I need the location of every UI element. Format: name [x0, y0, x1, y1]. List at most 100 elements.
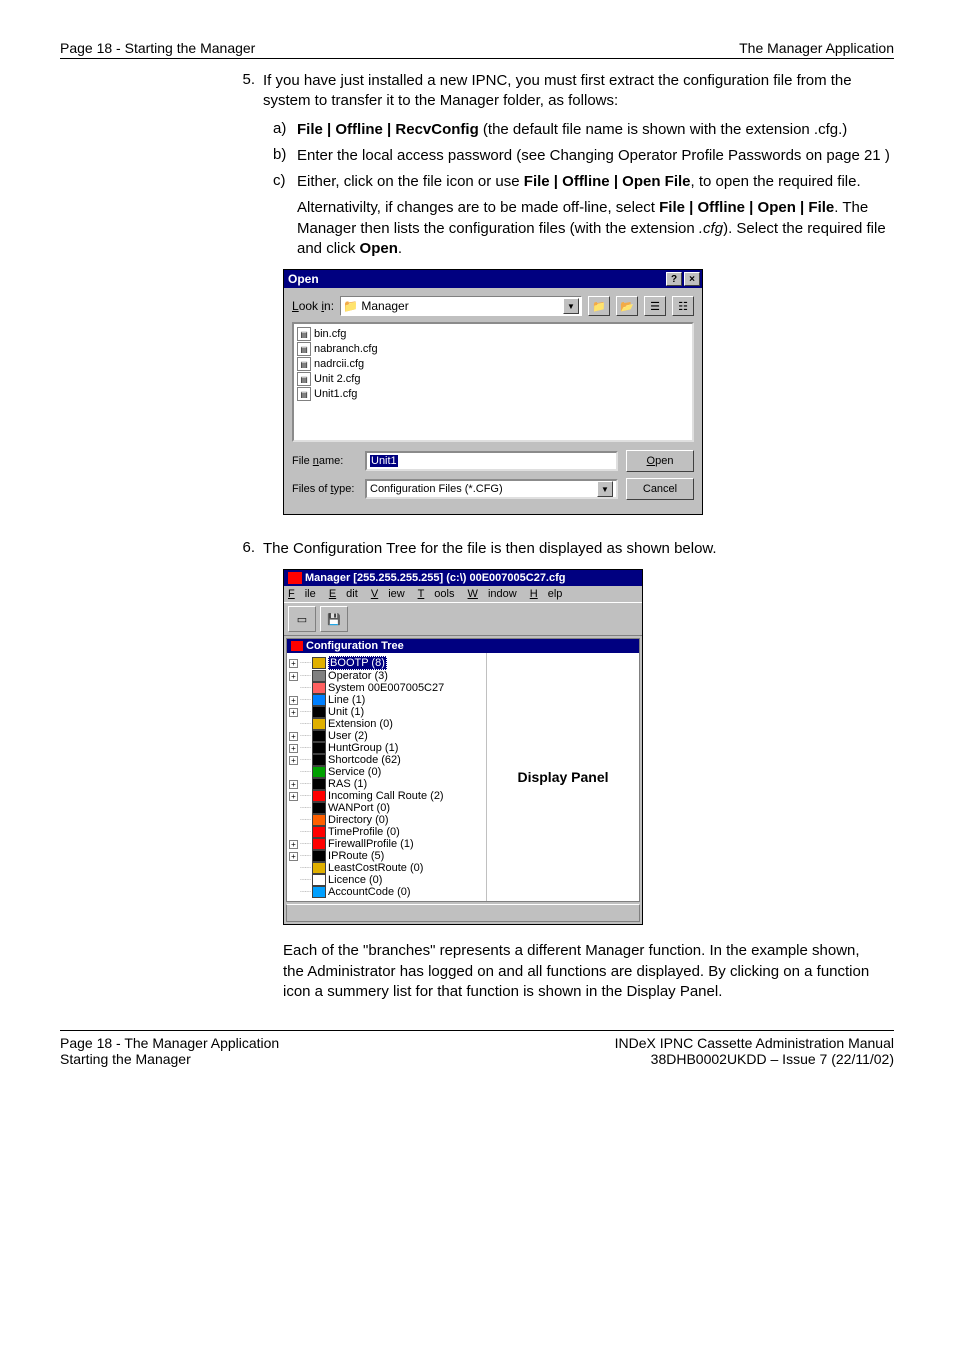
- footer-right-2: 38DHB0002UKDD – Issue 7 (22/11/02): [615, 1051, 894, 1067]
- sub-a-letter: a): [263, 120, 291, 140]
- tree-node[interactable]: +┈┈ BOOTP (8): [289, 656, 484, 670]
- expand-icon[interactable]: +: [289, 852, 298, 861]
- tree-node[interactable]: ┈┈ WANPort (0): [289, 802, 484, 814]
- file-icon: ▤: [297, 387, 311, 401]
- file-item[interactable]: ▤Unit1.cfg: [297, 387, 689, 402]
- file-item[interactable]: ▤nadrcii.cfg: [297, 357, 689, 372]
- file-list[interactable]: ▤bin.cfg ▤nabranch.cfg ▤nadrcii.cfg ▤Uni…: [292, 322, 694, 442]
- node-icon: [312, 742, 326, 754]
- toolbar-btn-2[interactable]: 💾: [320, 606, 348, 632]
- node-label: TimeProfile (0): [328, 826, 400, 838]
- file-icon: ▤: [297, 357, 311, 371]
- tree-node[interactable]: +┈┈ User (2): [289, 730, 484, 742]
- chevron-down-icon[interactable]: ▼: [597, 481, 613, 497]
- sub-c-continued: Alternativilty, if changes are to be mad…: [297, 198, 894, 259]
- display-panel-label: Display Panel: [517, 769, 608, 785]
- lookin-dropdown[interactable]: 📁 Manager ▼: [340, 296, 582, 316]
- expand-icon[interactable]: +: [289, 792, 298, 801]
- file-item[interactable]: ▤bin.cfg: [297, 327, 689, 342]
- window-titlebar: Manager [255.255.255.255] (c:\) 00E00700…: [284, 570, 642, 586]
- lookin-value: Manager: [361, 299, 408, 313]
- tree-node[interactable]: ┈┈ System 00E007005C27: [289, 682, 484, 694]
- expand-icon[interactable]: +: [289, 659, 298, 668]
- filetype-select[interactable]: Configuration Files (*.CFG) ▼: [365, 479, 618, 499]
- new-folder-icon[interactable]: 📂: [616, 296, 638, 316]
- config-tree-title: Configuration Tree: [306, 640, 404, 652]
- tree-node[interactable]: +┈┈ Incoming Call Route (2): [289, 790, 484, 802]
- step5-intro: If you have just installed a new IPNC, y…: [263, 71, 894, 112]
- file-icon: ▤: [297, 342, 311, 356]
- sub-a-body: File | Offline | RecvConfig (the default…: [291, 120, 894, 140]
- tree-node[interactable]: +┈┈ RAS (1): [289, 778, 484, 790]
- filename-label: File name:: [292, 455, 357, 467]
- node-icon: [312, 874, 326, 886]
- menu-file[interactable]: File: [288, 588, 316, 600]
- filename-value: Unit1: [370, 455, 398, 467]
- tree-node[interactable]: +┈┈ IPRoute (5): [289, 850, 484, 862]
- menu-view[interactable]: View: [371, 588, 405, 600]
- tree-node[interactable]: ┈┈ AccountCode (0): [289, 886, 484, 898]
- lookin-label: Look in:: [292, 299, 334, 313]
- node-label: Directory (0): [328, 814, 389, 826]
- toolbar-btn-1[interactable]: ▭: [288, 606, 316, 632]
- expand-icon[interactable]: +: [289, 756, 298, 765]
- cancel-button[interactable]: Cancel: [626, 478, 694, 500]
- tree-pane[interactable]: +┈┈ BOOTP (8)+┈┈ Operator (3)┈┈ System 0…: [287, 653, 487, 901]
- list-view-icon[interactable]: ☰: [644, 296, 666, 316]
- tree-node[interactable]: ┈┈ TimeProfile (0): [289, 826, 484, 838]
- tree-node[interactable]: +┈┈ Line (1): [289, 694, 484, 706]
- expand-icon[interactable]: +: [289, 744, 298, 753]
- sub-b-letter: b): [263, 146, 291, 166]
- up-folder-icon[interactable]: 📁: [588, 296, 610, 316]
- tree-node[interactable]: +┈┈ Shortcode (62): [289, 754, 484, 766]
- node-label: Service (0): [328, 766, 381, 778]
- tree-node[interactable]: ┈┈ Extension (0): [289, 718, 484, 730]
- node-icon: [312, 730, 326, 742]
- tree-node[interactable]: +┈┈ Operator (3): [289, 670, 484, 682]
- expand-icon[interactable]: +: [289, 732, 298, 741]
- menu-window[interactable]: Window: [468, 588, 517, 600]
- sub-c-bold: File | Offline | Open File: [524, 173, 691, 190]
- tree-node[interactable]: +┈┈ HuntGroup (1): [289, 742, 484, 754]
- tree-icon: [291, 641, 303, 651]
- tree-node[interactable]: ┈┈ Service (0): [289, 766, 484, 778]
- footer-left-2: Starting the Manager: [60, 1051, 279, 1067]
- expand-icon[interactable]: +: [289, 696, 298, 705]
- sub-a-rest: (the default file name is shown with the…: [479, 121, 848, 138]
- node-icon: [312, 850, 326, 862]
- node-icon: [312, 670, 326, 682]
- file-item[interactable]: ▤nabranch.cfg: [297, 342, 689, 357]
- close-icon[interactable]: ×: [684, 272, 700, 286]
- expand-icon[interactable]: +: [289, 708, 298, 717]
- open-dialog: Open ? × Look in: 📁 Manage: [283, 269, 703, 515]
- details-view-icon[interactable]: ☷: [672, 296, 694, 316]
- help-icon[interactable]: ?: [666, 272, 682, 286]
- filename-input[interactable]: Unit1: [365, 451, 618, 471]
- file-item[interactable]: ▤Unit 2.cfg: [297, 372, 689, 387]
- open-button[interactable]: Open: [626, 450, 694, 472]
- tree-node[interactable]: ┈┈ Licence (0): [289, 874, 484, 886]
- menu-tools[interactable]: Tools: [418, 588, 455, 600]
- page-header: Page 18 - Starting the Manager The Manag…: [60, 40, 894, 59]
- chevron-down-icon[interactable]: ▼: [563, 298, 579, 314]
- node-icon: [312, 682, 326, 694]
- expand-icon[interactable]: +: [289, 840, 298, 849]
- filetype-value: Configuration Files (*.CFG): [370, 483, 503, 495]
- step-number: 5.: [235, 71, 263, 531]
- file-icon: ▤: [297, 327, 311, 341]
- tree-node[interactable]: ┈┈ Directory (0): [289, 814, 484, 826]
- node-icon: [312, 790, 326, 802]
- expand-icon[interactable]: +: [289, 672, 298, 681]
- closing-paragraph: Each of the "branches" represents a diff…: [283, 941, 874, 1002]
- menu-help[interactable]: Help: [530, 588, 563, 600]
- menu-edit[interactable]: Edit: [329, 588, 358, 600]
- statusbar: [286, 904, 640, 922]
- tree-node[interactable]: +┈┈ Unit (1): [289, 706, 484, 718]
- tree-node[interactable]: +┈┈ FirewallProfile (1): [289, 838, 484, 850]
- dialog-title: Open: [288, 272, 319, 286]
- tree-node[interactable]: ┈┈ LeastCostRoute (0): [289, 862, 484, 874]
- node-icon: [312, 778, 326, 790]
- node-icon: [312, 802, 326, 814]
- expand-icon[interactable]: +: [289, 780, 298, 789]
- node-icon: [312, 838, 326, 850]
